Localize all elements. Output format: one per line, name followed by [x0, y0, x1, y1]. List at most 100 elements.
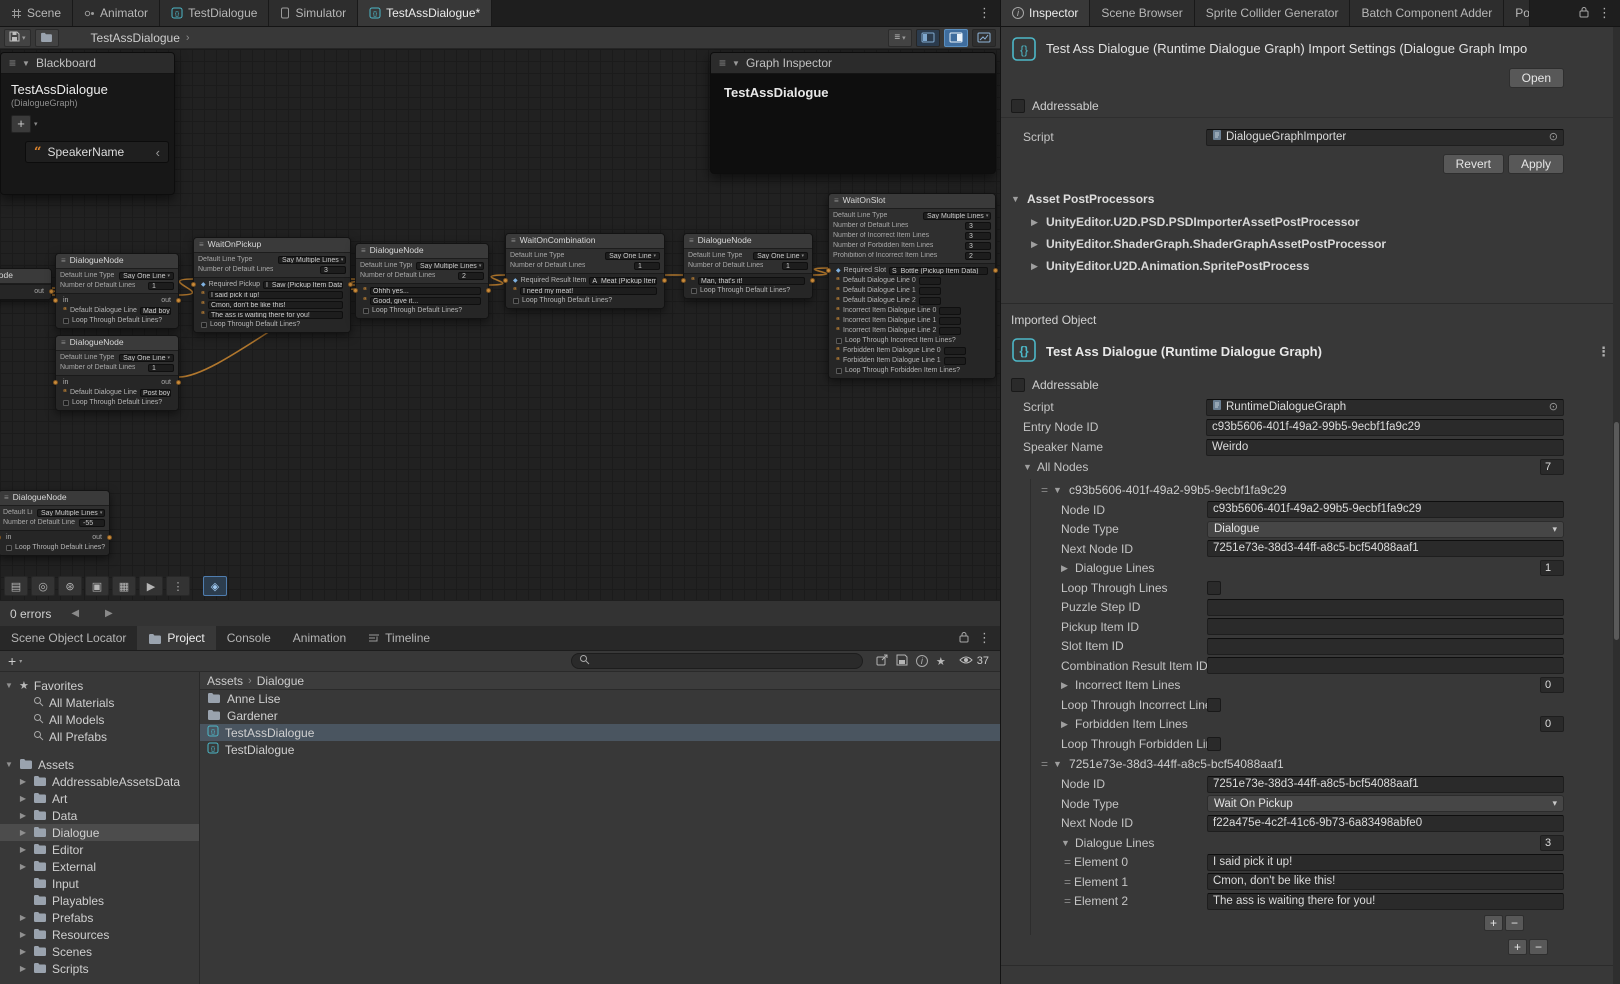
input-port[interactable]	[0, 535, 1, 540]
minimap-button[interactable]: ◈	[203, 576, 227, 596]
postprocessor-unityeditor-shadergraph-shadergraphassetpostprocessor[interactable]: ▶UnityEditor.ShaderGraph.ShaderGraphAsse…	[1001, 233, 1620, 255]
graph-inspector-toggle-button[interactable]	[944, 29, 968, 47]
property-value[interactable]: -55	[79, 519, 105, 527]
inspector-tab-sprite-collider-generator[interactable]: Sprite Collider Generator	[1195, 0, 1351, 26]
output-port[interactable]	[662, 278, 667, 283]
object-picker-icon[interactable]: ⊙	[1549, 400, 1558, 415]
open-asset-folder-button[interactable]	[35, 29, 59, 47]
output-port[interactable]	[993, 268, 998, 273]
text-field[interactable]	[1207, 657, 1564, 674]
all-nodes-foldout-row[interactable]: ▼ All Nodes 7	[1001, 457, 1620, 477]
property-value[interactable]: 1	[782, 262, 808, 270]
wait-on-pickup-node[interactable]: ≡WaitOnPickupDefault Line TypeSay Multip…	[193, 237, 351, 333]
file-row-testdialogue[interactable]: {}TestDialogue	[200, 741, 1000, 758]
checkbox[interactable]	[201, 322, 207, 328]
file-row-testassdialogue[interactable]: {}TestAssDialogue	[200, 724, 1000, 741]
favorites-item-all-materials[interactable]: All Materials	[0, 694, 199, 711]
output-port[interactable]	[107, 535, 112, 540]
file-row-gardener[interactable]: Gardener	[200, 707, 1000, 724]
checkbox[interactable]	[513, 298, 519, 304]
favorites-section-header[interactable]: ▼★Favorites	[0, 677, 199, 694]
tree-item-addressableassetsdata[interactable]: ▶AddressableAssetsData	[0, 773, 199, 790]
editor-tab-animator[interactable]: Animator	[73, 0, 160, 26]
lock-icon[interactable]	[1579, 6, 1589, 21]
checkbox[interactable]	[1207, 737, 1221, 751]
input-port[interactable]	[53, 298, 58, 303]
property-dropdown[interactable]: Say One Line	[119, 272, 174, 280]
node-text-field[interactable]	[939, 307, 961, 315]
node-text-field[interactable]: Post boy... W	[140, 389, 171, 397]
property-dropdown[interactable]: Say Multiple Lines	[923, 212, 991, 220]
collapse-icon[interactable]: ▼	[732, 59, 740, 68]
node-text-field[interactable]: The ass is waiting there for you!	[208, 311, 343, 319]
tree-item-scenes[interactable]: ▶Scenes	[0, 943, 199, 960]
tree-item-input[interactable]: Input	[0, 875, 199, 892]
node-text-field[interactable]	[939, 317, 961, 325]
node-text-field[interactable]: Ohhh yes...	[370, 287, 481, 295]
collapse-left-icon[interactable]: ‹	[156, 145, 160, 160]
editor-tab-testassdialogue[interactable]: {}TestAssDialogue*	[358, 0, 492, 26]
blackboard-property-speakername[interactable]: “ SpeakerName ‹	[25, 141, 169, 163]
node-text-field[interactable]: Cmon, don't be like this!	[208, 301, 343, 309]
file-row-anne-lise[interactable]: Anne Lise	[200, 690, 1000, 707]
checkbox[interactable]	[63, 400, 69, 406]
editor-tab-scene[interactable]: Scene	[0, 0, 73, 26]
text-field[interactable]: f22a475e-4c2f-41c6-9b73-6a83498abfe0	[1207, 815, 1564, 832]
breadcrumb-assets[interactable]: Assets	[207, 674, 243, 688]
property-value[interactable]: 3	[965, 242, 991, 250]
node-text-field[interactable]	[944, 347, 966, 355]
graph-inspector-panel[interactable]: ≡ ▼ Graph Inspector TestAssDialogue	[710, 52, 996, 174]
graph-breadcrumb-item[interactable]: TestAssDialogue	[91, 31, 180, 45]
info-button[interactable]: ◎	[31, 576, 55, 596]
property-value[interactable]: 1	[148, 364, 174, 372]
foldout-open-icon[interactable]: ▼	[1061, 838, 1071, 848]
dock-tab-console[interactable]: Console	[216, 626, 282, 650]
node-title[interactable]: ≡DialogueNode	[0, 491, 109, 506]
output-port[interactable]	[176, 298, 181, 303]
previous-error-button[interactable]: ◀	[65, 606, 85, 621]
checkbox[interactable]	[6, 545, 12, 551]
dropdown-field[interactable]: Dialogue	[1207, 521, 1564, 538]
property-value[interactable]: 2	[965, 252, 991, 260]
array-size-field[interactable]: 7	[1540, 459, 1564, 475]
input-port[interactable]	[53, 380, 58, 385]
addressable-checkbox[interactable]	[1011, 378, 1025, 392]
inspector-tab-po[interactable]: Po	[1504, 0, 1530, 26]
blackboard-header[interactable]: ≡ ▼ Blackboard	[1, 53, 174, 74]
property-dropdown[interactable]: Say Multiple Lines	[278, 256, 346, 264]
tree-item-data[interactable]: ▶Data	[0, 807, 199, 824]
checkbox[interactable]	[836, 338, 842, 344]
save-dropdown-icon[interactable]: ▾	[22, 34, 26, 42]
inspector-tab-batch-component-adder[interactable]: Batch Component Adder	[1350, 0, 1504, 26]
window-button[interactable]: ▣	[85, 576, 109, 596]
node-title[interactable]: ≡WaitOnPickup	[194, 238, 350, 253]
node-title[interactable]: ≡DialogueNode	[684, 234, 812, 249]
dock-menu-icon[interactable]: ⋮	[978, 630, 991, 646]
text-field[interactable]	[1207, 638, 1564, 655]
tree-item-playables[interactable]: Playables	[0, 892, 199, 909]
array-size-field[interactable]: 3	[1540, 835, 1564, 851]
property-dropdown[interactable]: Say One Line	[119, 354, 174, 362]
text-field[interactable]: Cmon, don't be like this!	[1207, 873, 1564, 890]
foldout-closed-icon[interactable]: ▶	[1061, 563, 1071, 574]
drag-handle-icon[interactable]: =	[1064, 855, 1070, 869]
remove-element-button[interactable]: −	[1505, 915, 1524, 931]
dialogue-node-2[interactable]: ≡DialogueNodeDefault Line TypeSay Multip…	[355, 243, 489, 319]
asset-postprocessors-foldout[interactable]: ▼ Asset PostProcessors	[1001, 183, 1620, 211]
wait-on-combination-node[interactable]: ≡WaitOnCombinationDefault Line TypeSay O…	[505, 233, 665, 309]
node-text-field[interactable]	[919, 277, 941, 285]
property-value[interactable]: 3	[965, 222, 991, 230]
layers-button[interactable]: ▦	[112, 576, 136, 596]
inspector-tab-inspector[interactable]: iInspector	[1001, 0, 1090, 26]
dropdown-field[interactable]: Wait On Pickup	[1207, 795, 1564, 812]
property-value[interactable]: 2	[458, 272, 484, 280]
blackboard-toggle-button[interactable]	[916, 29, 940, 47]
property-dropdown[interactable]: Say Multiple Lines	[37, 509, 105, 517]
minimap-toggle-button[interactable]	[972, 29, 996, 47]
property-value[interactable]: 1	[148, 282, 174, 290]
script-object-field[interactable]: RuntimeDialogueGraph ⊙	[1206, 399, 1564, 416]
node-text-field[interactable]: A_Meat (Pickup Item Data)	[589, 277, 657, 285]
tree-item-editor[interactable]: ▶Editor	[0, 841, 199, 858]
property-dropdown[interactable]: Say One Line	[753, 252, 808, 260]
node-title[interactable]: ≡DialogueNode	[56, 336, 178, 351]
